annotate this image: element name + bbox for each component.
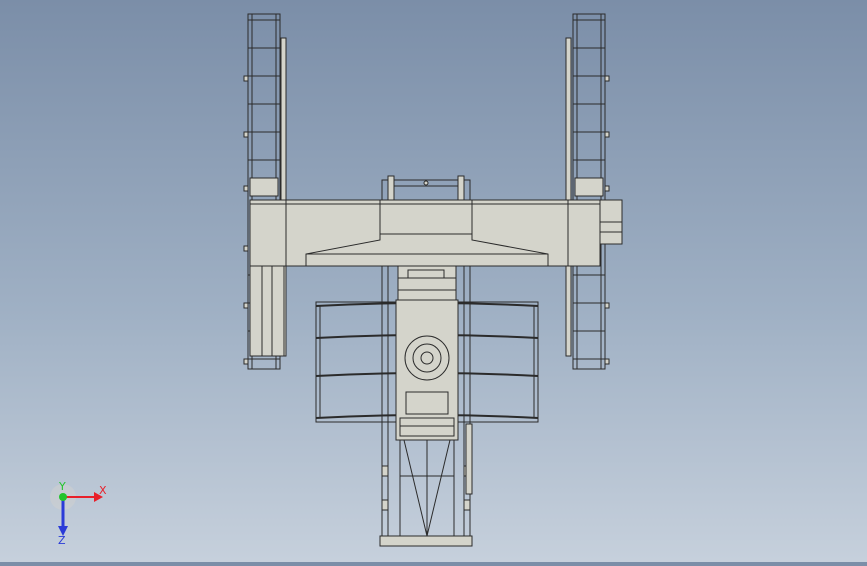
x-axis-label: X: [99, 484, 107, 497]
z-axis-label: Z: [58, 534, 66, 546]
coordinate-triad: X Y Z: [48, 480, 108, 547]
cad-viewport[interactable]: X Y Z: [0, 0, 867, 562]
y-axis-label: Y: [58, 482, 66, 493]
slewing-frame: [315, 299, 539, 441]
y-axis-dot: [59, 493, 67, 501]
lattice-section: [399, 423, 473, 537]
right-ladder: [565, 13, 610, 370]
cad-model-drawing: [243, 13, 623, 547]
top-bracket: [381, 175, 471, 201]
